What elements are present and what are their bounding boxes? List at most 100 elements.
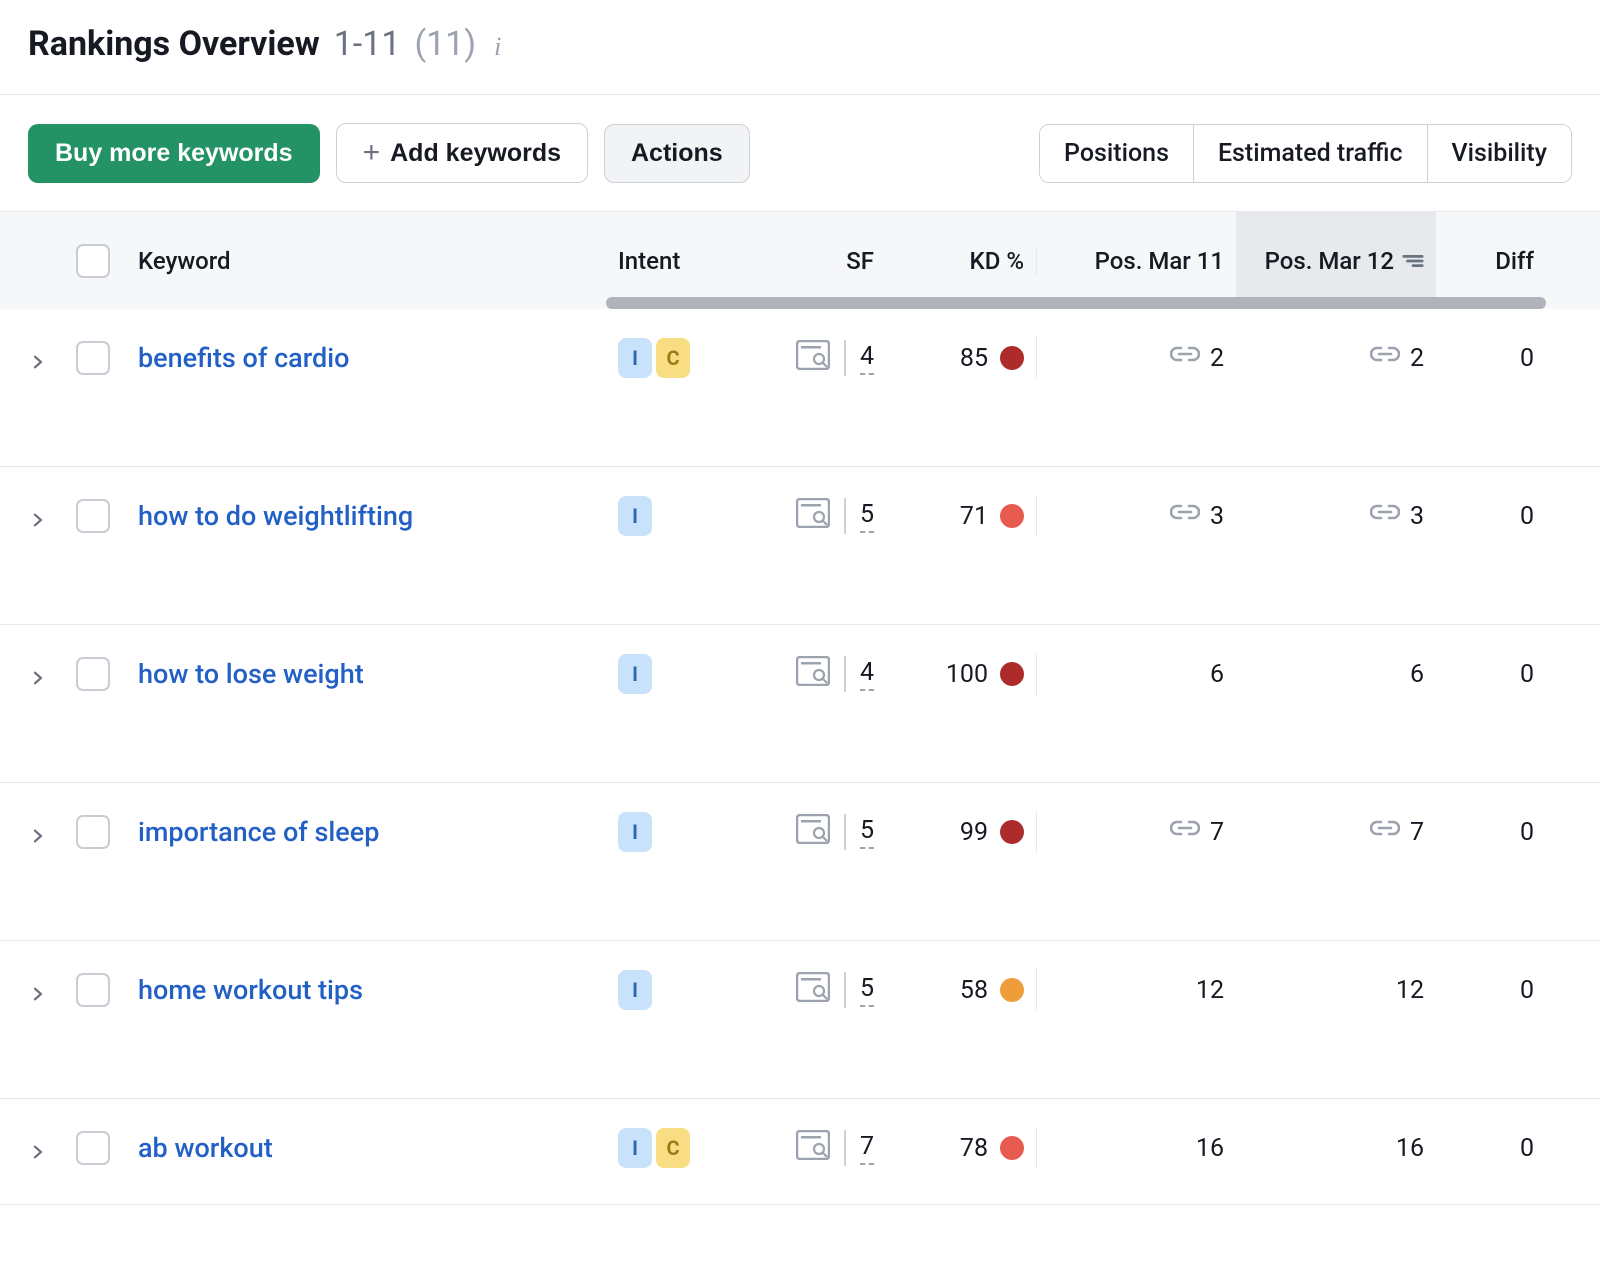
intent-badge-c[interactable]: C bbox=[656, 338, 690, 378]
sf-divider bbox=[844, 656, 846, 692]
link-icon[interactable] bbox=[1170, 344, 1200, 372]
diff-value: 0 bbox=[1520, 818, 1534, 847]
sf-count[interactable]: 5 bbox=[860, 500, 874, 533]
intent-badge-i[interactable]: I bbox=[618, 1128, 652, 1168]
page-range: 1-11 bbox=[334, 24, 401, 64]
keyword-link[interactable]: home workout tips bbox=[138, 974, 363, 1006]
position-value: 2 bbox=[1210, 344, 1224, 373]
sf-count[interactable]: 5 bbox=[860, 816, 874, 849]
link-icon[interactable] bbox=[1370, 344, 1400, 372]
kd-difficulty-dot bbox=[1000, 1136, 1024, 1160]
table-row: how to lose weight I 4 100 6 6 0 bbox=[0, 625, 1600, 783]
position-value: 16 bbox=[1196, 1134, 1224, 1163]
keyword-link[interactable]: importance of sleep bbox=[138, 816, 379, 848]
col-pos2[interactable]: Pos. Mar 12 bbox=[1236, 247, 1436, 275]
kd-value: 71 bbox=[960, 502, 988, 531]
diff-value: 0 bbox=[1520, 1134, 1534, 1163]
actions-button[interactable]: Actions bbox=[604, 124, 750, 183]
col-kd[interactable]: KD % bbox=[886, 247, 1036, 275]
kd-difficulty-dot bbox=[1000, 820, 1024, 844]
row-checkbox[interactable] bbox=[76, 815, 110, 849]
sf-divider bbox=[844, 814, 846, 850]
link-icon[interactable] bbox=[1370, 502, 1400, 530]
sf-count[interactable]: 5 bbox=[860, 974, 874, 1007]
position-value: 3 bbox=[1410, 502, 1424, 531]
serp-features-icon[interactable] bbox=[796, 498, 830, 534]
add-keywords-label: Add keywords bbox=[390, 139, 561, 168]
kd-value: 58 bbox=[960, 976, 988, 1005]
col-diff[interactable]: Diff bbox=[1436, 247, 1546, 275]
intent-badge-i[interactable]: I bbox=[618, 812, 652, 852]
row-checkbox[interactable] bbox=[76, 499, 110, 533]
serp-features-icon[interactable] bbox=[796, 1130, 830, 1166]
link-icon[interactable] bbox=[1370, 818, 1400, 846]
sf-count[interactable]: 4 bbox=[860, 658, 874, 691]
expand-chevron-icon[interactable] bbox=[29, 981, 47, 999]
view-segments: Positions Estimated traffic Visibility bbox=[1039, 124, 1572, 183]
table-row: benefits of cardio IC 4 85 2 2 0 bbox=[0, 309, 1600, 467]
position-value: 6 bbox=[1410, 660, 1424, 689]
kd-value: 99 bbox=[960, 818, 988, 847]
link-icon[interactable] bbox=[1170, 502, 1200, 530]
kd-difficulty-dot bbox=[1000, 346, 1024, 370]
buy-keywords-button[interactable]: Buy more keywords bbox=[28, 124, 320, 183]
expand-chevron-icon[interactable] bbox=[29, 507, 47, 525]
kd-value: 100 bbox=[946, 660, 988, 689]
intent-badge-i[interactable]: I bbox=[618, 496, 652, 536]
diff-value: 0 bbox=[1520, 502, 1534, 531]
sf-divider bbox=[844, 972, 846, 1008]
page-count: (11) bbox=[414, 24, 476, 64]
table-header: Keyword Intent SF KD % Pos. Mar 11 Pos. … bbox=[0, 211, 1600, 309]
sf-count[interactable]: 4 bbox=[860, 342, 874, 375]
table-row: home workout tips I 5 58 12 12 0 bbox=[0, 941, 1600, 1099]
col-pos1[interactable]: Pos. Mar 11 bbox=[1036, 247, 1236, 275]
col-sf[interactable]: SF bbox=[746, 247, 886, 275]
segment-traffic[interactable]: Estimated traffic bbox=[1194, 125, 1428, 182]
sf-count[interactable]: 7 bbox=[860, 1132, 874, 1165]
expand-chevron-icon[interactable] bbox=[29, 349, 47, 367]
row-checkbox[interactable] bbox=[76, 341, 110, 375]
segment-visibility[interactable]: Visibility bbox=[1428, 125, 1571, 182]
position-value: 12 bbox=[1196, 976, 1224, 1005]
expand-chevron-icon[interactable] bbox=[29, 665, 47, 683]
info-icon[interactable]: i bbox=[494, 32, 501, 62]
keyword-link[interactable]: how to do weightlifting bbox=[138, 500, 413, 532]
serp-features-icon[interactable] bbox=[796, 972, 830, 1008]
sf-divider bbox=[844, 1130, 846, 1166]
keyword-link[interactable]: benefits of cardio bbox=[138, 342, 349, 374]
horizontal-scrollbar[interactable] bbox=[606, 297, 1546, 309]
sort-icon bbox=[1394, 247, 1424, 275]
kd-value: 78 bbox=[960, 1134, 988, 1163]
position-value: 2 bbox=[1410, 344, 1424, 373]
row-checkbox[interactable] bbox=[76, 973, 110, 1007]
serp-features-icon[interactable] bbox=[796, 340, 830, 376]
position-value: 7 bbox=[1210, 818, 1224, 847]
row-checkbox[interactable] bbox=[76, 657, 110, 691]
intent-badge-i[interactable]: I bbox=[618, 654, 652, 694]
intent-badge-i[interactable]: I bbox=[618, 338, 652, 378]
expand-chevron-icon[interactable] bbox=[29, 823, 47, 841]
intent-badge-i[interactable]: I bbox=[618, 970, 652, 1010]
row-checkbox[interactable] bbox=[76, 1131, 110, 1165]
diff-value: 0 bbox=[1520, 344, 1534, 373]
serp-features-icon[interactable] bbox=[796, 814, 830, 850]
sf-divider bbox=[844, 498, 846, 534]
expand-chevron-icon[interactable] bbox=[29, 1139, 47, 1157]
col-intent[interactable]: Intent bbox=[606, 247, 746, 275]
serp-features-icon[interactable] bbox=[796, 656, 830, 692]
segment-positions[interactable]: Positions bbox=[1040, 125, 1194, 182]
kd-difficulty-dot bbox=[1000, 504, 1024, 528]
link-icon[interactable] bbox=[1170, 818, 1200, 846]
keyword-link[interactable]: how to lose weight bbox=[138, 658, 364, 690]
position-value: 7 bbox=[1410, 818, 1424, 847]
add-keywords-button[interactable]: + Add keywords bbox=[336, 123, 588, 183]
select-all-checkbox[interactable] bbox=[76, 244, 110, 278]
diff-value: 0 bbox=[1520, 976, 1534, 1005]
kd-difficulty-dot bbox=[1000, 662, 1024, 686]
col-keyword[interactable]: Keyword bbox=[126, 247, 606, 275]
table-row: how to do weightlifting I 5 71 3 3 0 bbox=[0, 467, 1600, 625]
col-pos2-label: Pos. Mar 12 bbox=[1265, 247, 1394, 275]
keyword-link[interactable]: ab workout bbox=[138, 1132, 273, 1164]
intent-badge-c[interactable]: C bbox=[656, 1128, 690, 1168]
plus-icon: + bbox=[363, 138, 381, 168]
